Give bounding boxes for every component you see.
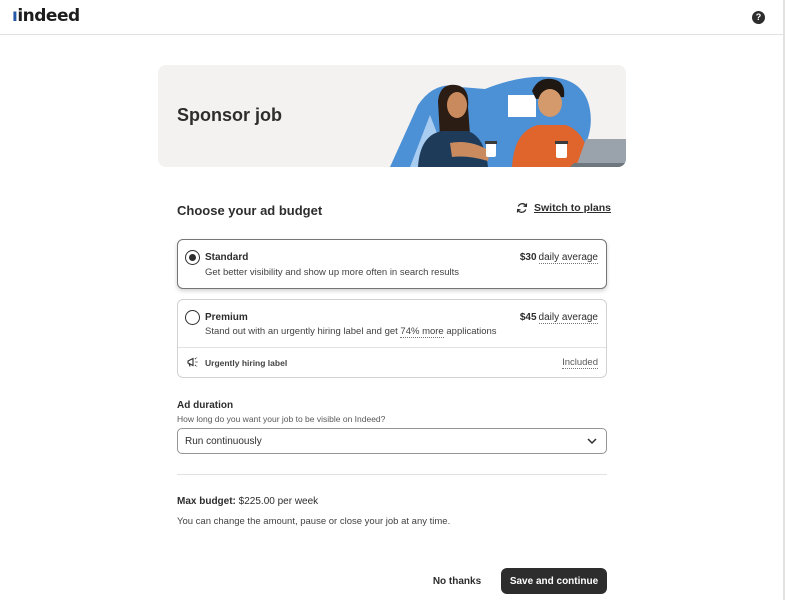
laptop-base	[570, 163, 626, 167]
switch-to-plans-label: Switch to plans	[534, 202, 612, 214]
help-icon[interactable]: ?	[752, 11, 765, 24]
chevron-down-icon	[587, 438, 597, 445]
sponsor-job-banner: Sponsor job	[158, 65, 626, 167]
page-title: Sponsor job	[177, 105, 282, 125]
standard-budget-option[interactable]: Standard Get better visibility and show …	[177, 239, 607, 289]
standard-option-price: $30 daily average	[519, 252, 598, 264]
included-status[interactable]: Included	[562, 357, 598, 369]
standard-radio[interactable]	[185, 250, 200, 265]
premium-desc-after: applications	[443, 326, 497, 337]
illustration-white-card	[508, 95, 536, 117]
indeed-logo[interactable]: ıindeed	[12, 6, 80, 26]
standard-price-suffix[interactable]: daily average	[538, 252, 598, 264]
top-navigation-bar: ıindeed ?	[0, 0, 785, 35]
woman-face	[447, 92, 467, 118]
no-thanks-button[interactable]: No thanks	[424, 568, 490, 594]
coffee-cup-left	[486, 143, 496, 157]
max-budget-value: $225.00 per week	[238, 496, 319, 507]
change-budget-note: You can change the amount, pause or clos…	[177, 516, 451, 527]
premium-option-description: Stand out with an urgently hiring label …	[205, 326, 497, 338]
premium-price-suffix[interactable]: daily average	[538, 312, 598, 324]
standard-option-description: Get better visibility and show up more o…	[205, 267, 459, 278]
coffee-lid-right	[555, 141, 568, 144]
ad-duration-help-text: How long do you want your job to be visi…	[177, 414, 386, 424]
premium-divider	[178, 347, 606, 348]
ad-duration-select[interactable]: Run continuously	[177, 428, 607, 454]
standard-price-amount: $30	[519, 252, 537, 263]
premium-desc-before: Stand out with an urgently hiring label …	[205, 326, 401, 337]
refresh-icon	[516, 203, 528, 213]
save-and-continue-button[interactable]: Save and continue	[501, 568, 607, 594]
premium-radio[interactable]	[185, 310, 200, 325]
max-budget-line: Max budget: $225.00 per week	[177, 496, 318, 507]
standard-option-name: Standard	[205, 252, 249, 263]
premium-price-amount: $45	[519, 312, 537, 323]
ad-duration-value: Run continuously	[185, 436, 262, 447]
ad-duration-title: Ad duration	[177, 400, 234, 411]
premium-option-price: $45 daily average	[519, 312, 598, 324]
urgently-hiring-label: Urgently hiring label	[205, 358, 288, 368]
coffee-cup-right	[556, 143, 567, 158]
premium-budget-option[interactable]: Premium Stand out with an urgently hirin…	[177, 299, 607, 378]
premium-desc-highlight[interactable]: 74% more	[400, 326, 444, 338]
megaphone-icon	[187, 357, 198, 367]
coffee-lid-left	[485, 141, 497, 144]
ad-budget-title: Choose your ad budget	[177, 203, 323, 218]
premium-option-name: Premium	[205, 312, 248, 323]
switch-to-plans-link[interactable]: Switch to plans	[516, 202, 611, 214]
section-divider	[177, 474, 607, 475]
logo-text: indeed	[17, 6, 80, 26]
man-face	[538, 89, 562, 117]
max-budget-label: Max budget:	[177, 496, 236, 507]
people-illustration	[390, 76, 626, 167]
